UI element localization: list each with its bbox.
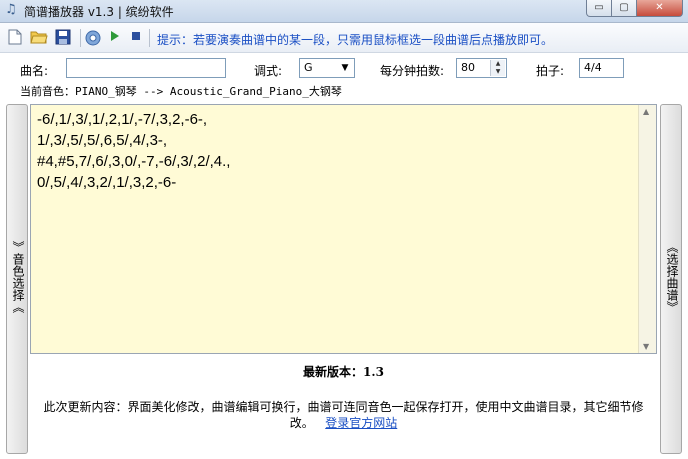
toolbar: 提示：若要演奏曲谱中的某一段，只需用鼠标框选一段曲谱后点播放即可。	[0, 23, 688, 53]
meter-input[interactable]: 4/4	[579, 58, 624, 78]
close-button[interactable]: ✕	[636, 0, 683, 17]
hint-text: 提示：若要演奏曲谱中的某一段，只需用鼠标框选一段曲谱后点播放即可。	[157, 33, 554, 47]
update-panel: 最新版本：1.3 此次更新内容：界面美化修改，曲谱编辑可换行，曲谱可连同音色一起…	[30, 354, 657, 454]
save-disk-icon[interactable]	[54, 29, 72, 47]
update-notes: 此次更新内容：界面美化修改，曲谱编辑可换行，曲谱可连同音色一起保存打开，使用中文…	[40, 399, 647, 431]
chevron-down-icon: ▼	[341, 63, 349, 73]
scroll-down-icon[interactable]: ▼	[643, 342, 649, 351]
key-select-value: G	[304, 61, 313, 74]
bpm-value: 80	[461, 61, 475, 74]
score-select-tab[interactable]: 《选择曲谱》	[660, 104, 682, 454]
song-name-label: 曲名:	[20, 64, 49, 78]
meter-label: 拍子:	[536, 64, 565, 78]
scroll-up-icon[interactable]: ▲	[643, 107, 649, 116]
official-site-link[interactable]: 登录官方网站	[325, 416, 397, 430]
score-select-tab-label: 《选择曲谱》	[665, 241, 679, 313]
vertical-scrollbar[interactable]: ▲ ▼	[638, 105, 656, 353]
title-bar: ♫ 简谱播放器 v1.3 | 缤纷软件 ▭ ▢ ✕	[0, 0, 688, 23]
score-text[interactable]: -6/,1/,3/,1/,2,1/,-7/,3,2,-6-, 1/,3/,5/,…	[37, 109, 230, 193]
stop-icon[interactable]	[127, 29, 145, 47]
open-folder-icon[interactable]	[30, 29, 48, 47]
version-title: 最新版本：1.3	[303, 365, 384, 379]
bpm-stepper[interactable]: 80 ▲ ▼	[456, 58, 507, 78]
score-editor[interactable]: -6/,1/,3/,1/,2,1/,-7/,3,2,-6-, 1/,3/,5/,…	[30, 104, 657, 354]
new-file-icon[interactable]	[6, 29, 24, 47]
song-name-input[interactable]	[66, 58, 226, 78]
current-voice-label: 当前音色：PIANO_钢琴 --> Acoustic_Grand_Piano_大…	[20, 85, 342, 98]
key-label: 调式:	[254, 64, 283, 78]
settings-gear-icon[interactable]	[84, 29, 102, 47]
window-title: 简谱播放器 v1.3 | 缤纷软件	[24, 5, 174, 19]
music-note-icon: ♫	[5, 2, 17, 17]
toolbar-separator	[149, 29, 150, 47]
key-select[interactable]: G ▼	[299, 58, 355, 78]
minimize-button[interactable]: ▭	[586, 0, 612, 17]
maximize-button[interactable]: ▢	[611, 0, 637, 17]
voice-select-tab[interactable]: 》音色选择《	[6, 104, 28, 454]
toolbar-separator	[80, 29, 81, 47]
play-icon[interactable]	[106, 29, 124, 47]
voice-select-tab-label: 》音色选择《	[11, 241, 25, 313]
bpm-label: 每分钟拍数:	[380, 64, 445, 78]
spin-arrows-icon[interactable]: ▲ ▼	[490, 60, 505, 76]
